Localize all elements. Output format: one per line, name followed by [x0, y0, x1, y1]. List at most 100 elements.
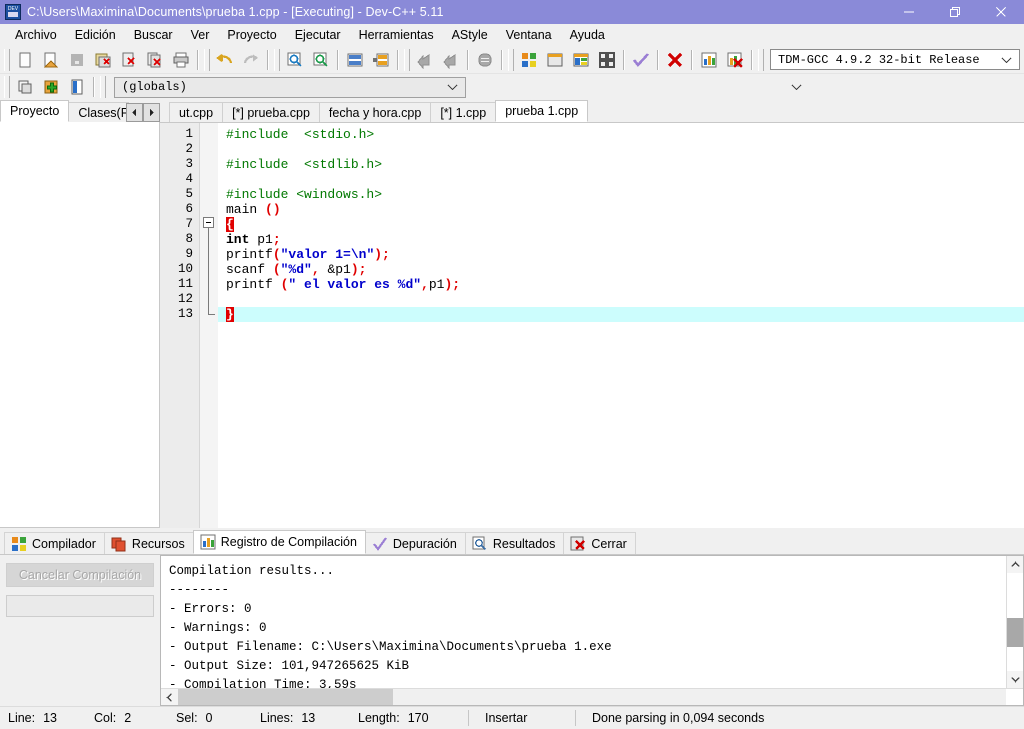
stop-execution-icon[interactable]: [662, 48, 688, 72]
save-all-icon[interactable]: [90, 48, 116, 72]
bottom-tab-depuracion[interactable]: Depuración: [364, 532, 466, 554]
close-button[interactable]: [978, 0, 1024, 24]
bottom-tab-registro-de-compilacion[interactable]: Registro de Compilación: [192, 530, 366, 554]
code-line[interactable]: }: [218, 307, 1024, 322]
code-line[interactable]: #include <stdio.h>: [218, 127, 1024, 142]
compile-log-text[interactable]: Compilation results... -------- - Errors: …: [161, 556, 1006, 688]
member-select[interactable]: [470, 76, 810, 98]
syntax-check-icon[interactable]: [628, 48, 654, 72]
editor-tab-prueba-cpp[interactable]: [*] prueba.cpp: [222, 102, 320, 122]
menu-buscar[interactable]: Buscar: [125, 26, 182, 45]
code-line[interactable]: [218, 292, 1024, 307]
bottom-tab-recursos[interactable]: Recursos: [103, 532, 194, 554]
code-line[interactable]: #include <windows.h>: [218, 187, 1024, 202]
fold-toggle-icon[interactable]: [203, 217, 214, 228]
bottom-tab-resultados[interactable]: Resultados: [464, 532, 565, 554]
status-insert-mode[interactable]: Insertar: [477, 707, 567, 729]
cancel-compilation-button[interactable]: Cancelar Compilación: [6, 563, 154, 587]
project-panel[interactable]: [0, 122, 160, 528]
undo-icon[interactable]: [212, 48, 238, 72]
code-line[interactable]: printf("valor 1=\n");: [218, 247, 1024, 262]
minimize-button[interactable]: [886, 0, 932, 24]
log-hscroll-track[interactable]: [178, 689, 1006, 705]
editor-tab-ut-cpp[interactable]: ut.cpp: [169, 102, 224, 122]
scope-select[interactable]: (globals): [114, 76, 466, 98]
devcpp-window: C:\Users\Maximina\Documents\prueba 1.cpp…: [0, 0, 1024, 728]
resources-icon: [111, 536, 127, 552]
forward-icon: [438, 48, 464, 72]
code-folding-column[interactable]: [200, 123, 218, 528]
log-horizontal-scrollbar[interactable]: [161, 688, 1023, 705]
new-project-icon[interactable]: [12, 75, 38, 99]
menu-archivo[interactable]: Archivo: [6, 26, 66, 45]
scroll-up-icon[interactable]: [1007, 556, 1023, 573]
code-line[interactable]: [218, 142, 1024, 157]
log-hscroll-thumb[interactable]: [178, 689, 394, 705]
line-number: 8: [185, 232, 193, 246]
log-scroll-thumb[interactable]: [1007, 618, 1023, 648]
goto-function-icon[interactable]: [368, 48, 394, 72]
toolbar-grip-6[interactable]: [758, 48, 764, 71]
code-line[interactable]: #include <stdlib.h>: [218, 157, 1024, 172]
code-text[interactable]: #include <stdio.h> #include <stdlib.h> #…: [218, 123, 1024, 528]
log-vertical-scrollbar[interactable]: [1006, 556, 1023, 688]
rebuild-all-icon[interactable]: [594, 48, 620, 72]
menu-edicion[interactable]: Edición: [66, 26, 125, 45]
code-line[interactable]: [218, 172, 1024, 187]
find-icon[interactable]: [282, 48, 308, 72]
code-token: &p1: [327, 262, 351, 277]
open-file-icon[interactable]: [38, 48, 64, 72]
scroll-left-icon[interactable]: [161, 689, 178, 705]
log-scroll-track[interactable]: [1007, 573, 1023, 671]
editor-tab-1-cpp[interactable]: [*] 1.cpp: [430, 102, 497, 122]
code-token: #include <windows.h>: [226, 187, 383, 202]
replace-icon[interactable]: [308, 48, 334, 72]
menu-ventana[interactable]: Ventana: [497, 26, 561, 45]
scroll-down-icon[interactable]: [1007, 671, 1023, 688]
compile-and-run-icon[interactable]: [568, 48, 594, 72]
project-options-icon[interactable]: [64, 75, 90, 99]
left-tab-clases[interactable]: Clases(Fun: [68, 102, 129, 122]
editor-tab-fecha-y-hora-cpp[interactable]: fecha y hora.cpp: [318, 102, 432, 122]
compiler-select[interactable]: TDM-GCC 4.9.2 32-bit Release: [770, 49, 1020, 70]
menu-ejecutar[interactable]: Ejecutar: [286, 26, 350, 45]
menu-bar: Archivo Edición Buscar Ver Proyecto Ejec…: [0, 24, 1024, 46]
menu-herramientas[interactable]: Herramientas: [350, 26, 443, 45]
code-line[interactable]: printf (" el valor es %d",p1);: [218, 277, 1024, 292]
add-to-project-icon[interactable]: [38, 75, 64, 99]
restore-button[interactable]: [932, 0, 978, 24]
bottom-tab-compilador[interactable]: Compilador: [4, 532, 105, 554]
profile-icon[interactable]: [696, 48, 722, 72]
toolbar-separator-5: [467, 49, 469, 70]
tab-scroll-left-icon[interactable]: [126, 102, 143, 122]
menu-astyle[interactable]: AStyle: [443, 26, 497, 45]
goto-line-icon[interactable]: [342, 48, 368, 72]
project-toolbar-grip[interactable]: [4, 76, 10, 98]
toolbar-grip-5[interactable]: [508, 48, 514, 71]
code-line[interactable]: scanf ("%d", &p1);: [218, 262, 1024, 277]
print-icon[interactable]: [168, 48, 194, 72]
code-editor[interactable]: 1 2 3 4 5 6 7 8 9 10 11 12 13 #include <stdio.h> #in…: [160, 123, 1024, 528]
project-toolbar-grip-2[interactable]: [100, 76, 106, 98]
close-file-icon[interactable]: [116, 48, 142, 72]
toolbar-grip[interactable]: [4, 48, 10, 71]
code-line[interactable]: int p1;: [218, 232, 1024, 247]
bottom-tab-cerrar[interactable]: Cerrar: [563, 532, 636, 554]
code-line[interactable]: main (): [218, 202, 1024, 217]
code-line[interactable]: {: [218, 217, 1024, 232]
close-all-icon[interactable]: [142, 48, 168, 72]
new-file-icon[interactable]: [12, 48, 38, 72]
line-number: 3: [185, 157, 193, 171]
toolbar-grip-4[interactable]: [404, 48, 410, 71]
toolbar-grip-2[interactable]: [204, 48, 210, 71]
menu-ayuda[interactable]: Ayuda: [561, 26, 614, 45]
compile-icon[interactable]: [516, 48, 542, 72]
tab-scroll-right-icon[interactable]: [143, 102, 160, 122]
toolbar-grip-3[interactable]: [274, 48, 280, 71]
editor-tab-prueba-1-cpp[interactable]: prueba 1.cpp: [495, 100, 589, 122]
left-tab-proyecto[interactable]: Proyecto: [0, 100, 70, 122]
delete-profile-icon[interactable]: [722, 48, 748, 72]
menu-ver[interactable]: Ver: [182, 26, 219, 45]
run-icon[interactable]: [542, 48, 568, 72]
menu-proyecto[interactable]: Proyecto: [218, 26, 285, 45]
